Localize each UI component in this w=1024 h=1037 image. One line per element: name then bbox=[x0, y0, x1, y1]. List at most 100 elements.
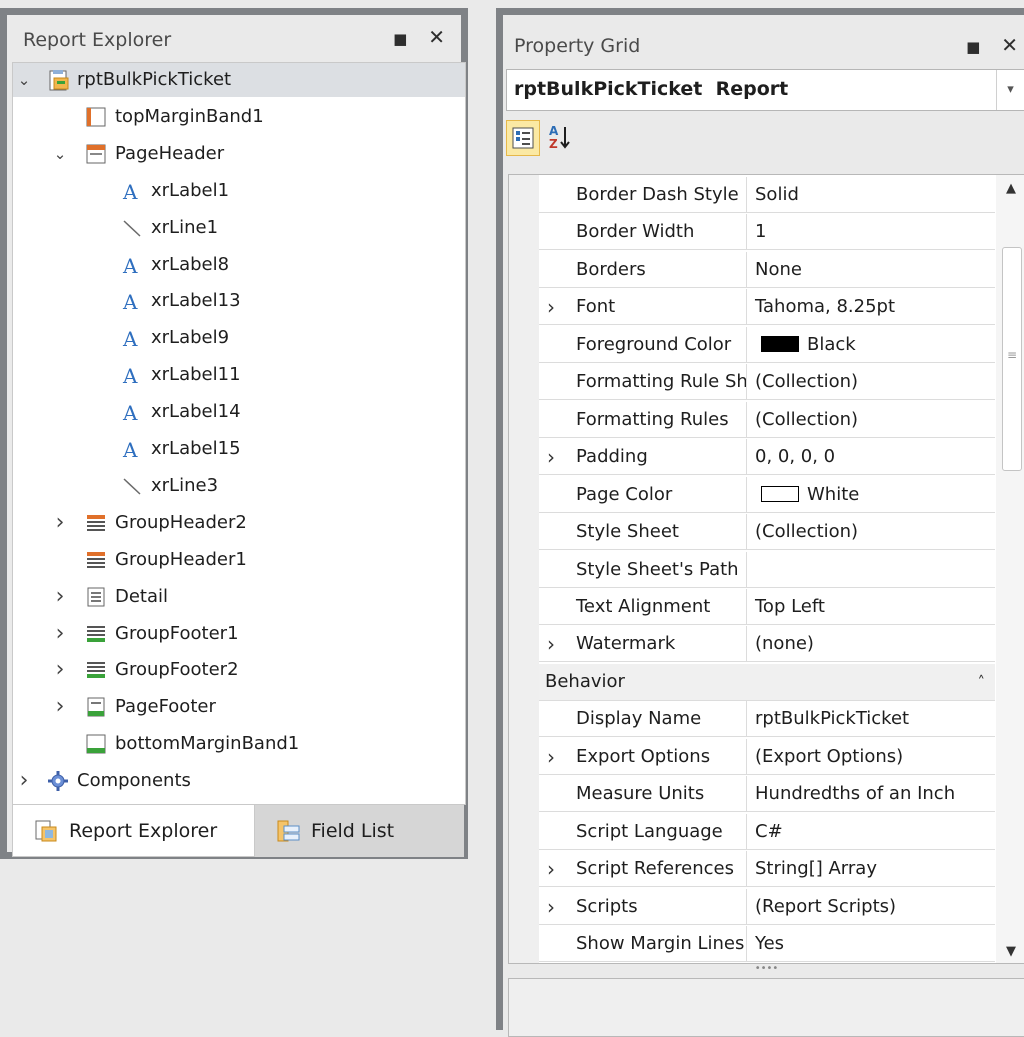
property-value-text: (Collection) bbox=[755, 408, 859, 430]
property-value[interactable]: String[] Array bbox=[747, 851, 995, 888]
chevron-down-icon[interactable]: ▾ bbox=[996, 70, 1024, 110]
property-row[interactable]: Text Alignment Top Left bbox=[509, 588, 995, 626]
expand-chevron-icon[interactable]: › bbox=[15, 764, 33, 798]
tree-node-detail[interactable]: › Detail bbox=[13, 580, 465, 614]
categorized-view-button[interactable] bbox=[506, 120, 540, 156]
property-value[interactable]: C# bbox=[747, 814, 995, 850]
collapse-chevron-icon[interactable]: ⌄ bbox=[51, 137, 69, 171]
page-footer-icon bbox=[87, 697, 105, 717]
description-splitter[interactable]: •••• bbox=[508, 964, 1024, 976]
tree-node-xrlabel13[interactable]: AxrLabel13 bbox=[13, 284, 465, 318]
property-value[interactable]: Hundredths of an Inch bbox=[747, 776, 995, 813]
expand-chevron-icon[interactable]: › bbox=[547, 851, 555, 887]
close-panel-icon[interactable]: ✕ bbox=[428, 25, 445, 49]
collapse-chevron-icon[interactable]: ˄ bbox=[978, 664, 986, 700]
scroll-up-arrow[interactable]: ▲ bbox=[996, 181, 1024, 196]
tree-node-xrline3[interactable]: xrLine3 bbox=[13, 469, 465, 503]
property-value[interactable]: Black bbox=[747, 327, 995, 363]
expand-chevron-icon[interactable]: › bbox=[51, 617, 69, 651]
tree-node-pagefooter[interactable]: › PageFooter bbox=[13, 690, 465, 724]
property-value[interactable]: Yes bbox=[747, 926, 995, 962]
tree-node-rptbulkpickticket[interactable]: ⌄ rptBulkPickTicket bbox=[13, 63, 465, 97]
tree-node-xrlabel1[interactable]: AxrLabel1 bbox=[13, 174, 465, 208]
property-row[interactable]: Font › Tahoma, 8.25pt bbox=[509, 289, 995, 326]
property-value[interactable]: (none) bbox=[747, 626, 995, 663]
close-panel-icon[interactable]: ✕ bbox=[1001, 33, 1018, 57]
tree-node-groupheader2[interactable]: › GroupHeader2 bbox=[13, 506, 465, 540]
group-footer-icon bbox=[87, 662, 105, 679]
property-row[interactable]: Page Color White bbox=[509, 476, 995, 514]
property-row[interactable]: Measure Units Hundredths of an Inch bbox=[509, 776, 995, 813]
property-value[interactable]: (Collection) bbox=[747, 514, 995, 551]
property-value[interactable]: (Collection) bbox=[747, 402, 995, 438]
expand-chevron-icon[interactable]: › bbox=[51, 653, 69, 687]
svg-text:A: A bbox=[122, 254, 138, 276]
property-value[interactable]: None bbox=[747, 252, 995, 288]
expand-chevron-icon[interactable]: › bbox=[547, 289, 555, 325]
tree-node-xrline1[interactable]: xrLine1 bbox=[13, 211, 465, 245]
property-row[interactable]: Foreground Color Black bbox=[509, 326, 995, 364]
property-value[interactable]: rptBulkPickTicket bbox=[747, 701, 995, 738]
scroll-thumb[interactable]: ≡ bbox=[1002, 247, 1022, 471]
property-row[interactable]: Scripts › (Report Scripts) bbox=[509, 888, 995, 926]
scroll-down-arrow[interactable]: ▼ bbox=[996, 944, 1024, 959]
property-value[interactable]: Solid bbox=[747, 177, 995, 213]
property-row[interactable]: Borders None bbox=[509, 251, 995, 289]
tree-node-xrlabel15[interactable]: AxrLabel15 bbox=[13, 432, 465, 466]
property-value-text: Tahoma, 8.25pt bbox=[755, 296, 896, 318]
tree-node-label: xrLabel13 bbox=[151, 290, 241, 312]
property-value[interactable]: 0, 0, 0, 0 bbox=[747, 439, 995, 476]
tree-node-pageheader[interactable]: ⌄ PageHeader bbox=[13, 137, 465, 171]
tree-node-components[interactable]: › Components bbox=[13, 764, 465, 798]
object-selector-dropdown[interactable]: rptBulkPickTicket Report ▾ bbox=[506, 69, 1024, 111]
vertical-scrollbar[interactable]: ▲ ≡ ▼ bbox=[996, 175, 1024, 963]
property-row[interactable]: Display Name rptBulkPickTicket bbox=[509, 701, 995, 738]
expand-chevron-icon[interactable]: › bbox=[51, 506, 69, 540]
property-value[interactable]: 1 bbox=[747, 214, 995, 251]
property-row[interactable]: Border Width 1 bbox=[509, 214, 995, 251]
property-row[interactable]: Script Language C# bbox=[509, 813, 995, 851]
property-value[interactable]: (Report Scripts) bbox=[747, 889, 995, 925]
tree-node-xrlabel14[interactable]: AxrLabel14 bbox=[13, 395, 465, 429]
property-value[interactable]: Tahoma, 8.25pt bbox=[747, 289, 995, 326]
category-behavior[interactable]: Behavior ˄ bbox=[539, 663, 995, 701]
property-row[interactable]: Script References › String[] Array bbox=[509, 851, 995, 888]
property-value[interactable]: Top Left bbox=[747, 589, 995, 625]
restore-window-icon[interactable]: ■ bbox=[966, 38, 980, 56]
property-row[interactable]: Border Dash Style Solid bbox=[509, 177, 995, 214]
report-explorer-tab-icon bbox=[35, 820, 57, 842]
alphabetical-sort-button[interactable]: A Z bbox=[544, 120, 578, 156]
property-row[interactable]: Formatting Rules (Collection) bbox=[509, 401, 995, 439]
restore-window-icon[interactable]: ■ bbox=[393, 30, 407, 48]
expand-chevron-icon[interactable]: › bbox=[547, 626, 555, 662]
tree-node-bottommarginband1[interactable]: bottomMarginBand1 bbox=[13, 727, 465, 761]
tree-node-groupfooter2[interactable]: › GroupFooter2 bbox=[13, 653, 465, 687]
property-row[interactable]: Style Sheet's Path bbox=[509, 551, 995, 589]
label-icon: A bbox=[122, 180, 138, 202]
property-value[interactable]: White bbox=[747, 477, 995, 513]
property-row[interactable]: Padding › 0, 0, 0, 0 bbox=[509, 439, 995, 476]
expand-chevron-icon[interactable]: › bbox=[51, 690, 69, 724]
property-row[interactable]: Watermark › (none) bbox=[509, 626, 995, 663]
expand-chevron-icon[interactable]: › bbox=[547, 739, 555, 775]
tab-field-list[interactable]: Field List bbox=[255, 805, 464, 857]
tree-node-topmarginband1[interactable]: topMarginBand1 bbox=[13, 100, 465, 134]
property-value[interactable] bbox=[747, 552, 995, 588]
property-row[interactable]: Show Margin Lines Yes bbox=[509, 926, 995, 963]
tree-node-xrlabel9[interactable]: AxrLabel9 bbox=[13, 321, 465, 355]
tree-node-groupheader1[interactable]: GroupHeader1 bbox=[13, 543, 465, 577]
property-row[interactable]: Style Sheet (Collection) bbox=[509, 514, 995, 551]
expand-chevron-icon[interactable]: › bbox=[547, 889, 555, 925]
collapse-chevron-icon[interactable]: ⌄ bbox=[15, 63, 33, 97]
tab-report-explorer[interactable]: Report Explorer bbox=[12, 805, 255, 857]
expand-chevron-icon[interactable]: › bbox=[51, 580, 69, 614]
property-row[interactable]: Formatting Rule Sheet (Collection) bbox=[509, 364, 995, 401]
tree-node-xrlabel11[interactable]: AxrLabel11 bbox=[13, 358, 465, 392]
tree-node-groupfooter1[interactable]: › GroupFooter1 bbox=[13, 617, 465, 651]
expand-chevron-icon[interactable]: › bbox=[547, 439, 555, 475]
property-value[interactable]: (Export Options) bbox=[747, 739, 995, 775]
property-value[interactable]: (Collection) bbox=[747, 364, 995, 401]
property-row[interactable]: Export Options › (Export Options) bbox=[509, 738, 995, 776]
tree-node-xrlabel8[interactable]: AxrLabel8 bbox=[13, 248, 465, 282]
property-name: Style Sheet's Path bbox=[539, 551, 747, 588]
